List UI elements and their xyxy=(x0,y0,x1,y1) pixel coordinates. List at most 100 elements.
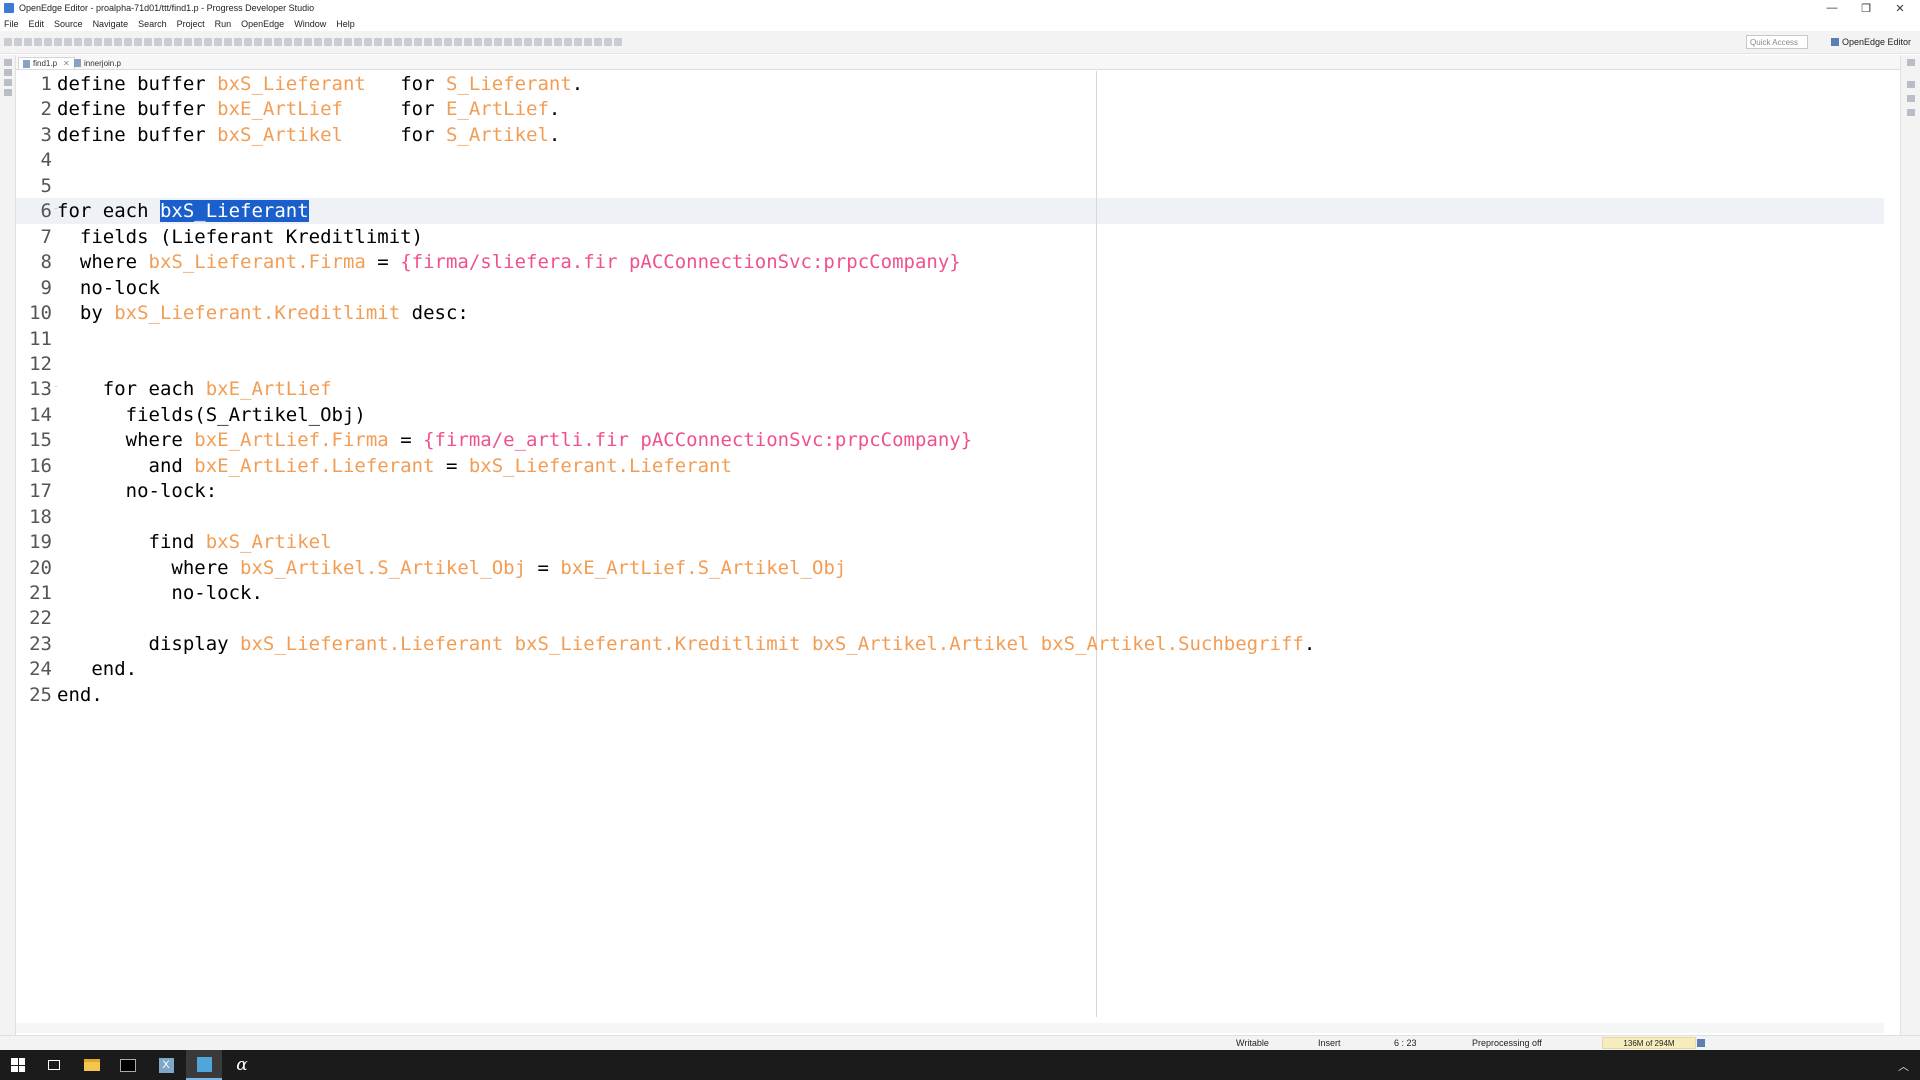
toolbar-tool-icon[interactable] xyxy=(374,38,382,46)
toolbar-tool-icon[interactable] xyxy=(14,38,22,46)
toolbar-tool-icon[interactable] xyxy=(64,38,72,46)
toolbar-tool-icon[interactable] xyxy=(514,38,522,46)
toolbar-tool-icon[interactable] xyxy=(544,38,552,46)
toolbar-tool-icon[interactable] xyxy=(354,38,362,46)
minimized-view-icon[interactable] xyxy=(4,79,12,86)
perspective-switcher[interactable]: OpenEdge Editor xyxy=(1831,35,1911,49)
code-line[interactable]: where bxS_Lieferant.Firma = {firma/slief… xyxy=(57,249,961,275)
minimized-view-icon[interactable] xyxy=(1907,81,1915,88)
task-view-icon[interactable] xyxy=(36,1050,72,1080)
toolbar-tool-icon[interactable] xyxy=(134,38,142,46)
toolbar-tool-icon[interactable] xyxy=(74,38,82,46)
toolbar-tool-icon[interactable] xyxy=(54,38,62,46)
toolbar-tool-icon[interactable] xyxy=(344,38,352,46)
toolbar-tool-icon[interactable] xyxy=(194,38,202,46)
toolbar-tool-icon[interactable] xyxy=(144,38,152,46)
code-line[interactable]: define buffer bxS_Lieferant for S_Liefer… xyxy=(57,71,583,97)
toolbar-tool-icon[interactable] xyxy=(584,38,592,46)
code-line[interactable]: and bxE_ArtLief.Lieferant = bxS_Lieferan… xyxy=(57,453,732,479)
code-line[interactable]: where bxS_Artikel.S_Artikel_Obj = bxE_Ar… xyxy=(57,555,846,581)
code-line[interactable]: by bxS_Lieferant.Kreditlimit desc: xyxy=(57,300,469,326)
code-editor[interactable]: 1 define buffer bxS_Lieferant for S_Liefe… xyxy=(16,71,1900,1023)
developer-studio-icon[interactable] xyxy=(186,1050,222,1080)
toolbar-tool-icon[interactable] xyxy=(84,38,92,46)
code-line[interactable]: no-lock xyxy=(57,275,160,301)
horizontal-scrollbar[interactable] xyxy=(16,1023,1884,1033)
minimized-view-icon[interactable] xyxy=(4,59,12,66)
terminal-icon[interactable] xyxy=(110,1050,146,1080)
menu-source[interactable]: Source xyxy=(54,19,83,29)
code-line[interactable]: define buffer bxS_Artikel for S_Artikel. xyxy=(57,122,560,148)
toolbar-tool-icon[interactable] xyxy=(304,38,312,46)
toolbar-tool-icon[interactable] xyxy=(494,38,502,46)
toolbar-tool-icon[interactable] xyxy=(594,38,602,46)
toolbar-tool-icon[interactable] xyxy=(4,38,12,46)
toolbar-tool-icon[interactable] xyxy=(474,38,482,46)
toolbar-tool-icon[interactable] xyxy=(34,38,42,46)
toolbar-tool-icon[interactable] xyxy=(564,38,572,46)
menu-openedge[interactable]: OpenEdge xyxy=(241,19,284,29)
code-line[interactable]: define buffer bxE_ArtLief for E_ArtLief. xyxy=(57,96,560,122)
toolbar-tool-icon[interactable] xyxy=(114,38,122,46)
menu-edit[interactable]: Edit xyxy=(29,19,45,29)
menu-run[interactable]: Run xyxy=(215,19,232,29)
code-line[interactable]: where bxE_ArtLief.Firma = {firma/e_artli… xyxy=(57,427,973,453)
garbage-collect-icon[interactable] xyxy=(1697,1039,1705,1047)
code-line[interactable]: end. xyxy=(57,682,103,708)
menu-project[interactable]: Project xyxy=(177,19,205,29)
toolbar-tool-icon[interactable] xyxy=(94,38,102,46)
code-line[interactable]: no-lock. xyxy=(57,580,263,606)
toolbar-tool-icon[interactable] xyxy=(604,38,612,46)
toolbar-tool-icon[interactable] xyxy=(614,38,622,46)
excel-icon[interactable]: X xyxy=(148,1050,184,1080)
toolbar-tool-icon[interactable] xyxy=(464,38,472,46)
toolbar-tool-icon[interactable] xyxy=(574,38,582,46)
toolbar-tool-icon[interactable] xyxy=(334,38,342,46)
toolbar-tool-icon[interactable] xyxy=(264,38,272,46)
menu-navigate[interactable]: Navigate xyxy=(93,19,129,29)
toolbar-tool-icon[interactable] xyxy=(104,38,112,46)
file-explorer-icon[interactable] xyxy=(74,1050,110,1080)
code-line[interactable]: end. xyxy=(57,656,137,682)
menu-file[interactable]: File xyxy=(4,19,19,29)
toolbar-tool-icon[interactable] xyxy=(184,38,192,46)
code-line[interactable]: fields(S_Artikel_Obj) xyxy=(57,402,366,428)
toolbar-tool-icon[interactable] xyxy=(124,38,132,46)
toolbar-tool-icon[interactable] xyxy=(154,38,162,46)
proalpha-icon[interactable]: α xyxy=(224,1050,260,1080)
close-button[interactable]: ✕ xyxy=(1882,0,1918,16)
toolbar-tool-icon[interactable] xyxy=(364,38,372,46)
toolbar-tool-icon[interactable] xyxy=(174,38,182,46)
toolbar-tool-icon[interactable] xyxy=(294,38,302,46)
windows-start-icon[interactable] xyxy=(0,1050,36,1080)
toolbar-tool-icon[interactable] xyxy=(504,38,512,46)
quick-access-input[interactable]: Quick Access xyxy=(1746,35,1808,49)
toolbar-tool-icon[interactable] xyxy=(224,38,232,46)
toolbar-tool-icon[interactable] xyxy=(204,38,212,46)
code-line[interactable]: no-lock: xyxy=(57,478,218,504)
close-tab-icon[interactable]: ✕ xyxy=(63,59,70,68)
minimized-view-icon[interactable] xyxy=(4,89,12,96)
minimized-view-icon[interactable] xyxy=(1907,109,1915,116)
toolbar-tool-icon[interactable] xyxy=(274,38,282,46)
toolbar-tool-icon[interactable] xyxy=(244,38,252,46)
toolbar-tool-icon[interactable] xyxy=(284,38,292,46)
restore-button[interactable]: ❐ xyxy=(1848,0,1884,16)
toolbar-tool-icon[interactable] xyxy=(434,38,442,46)
toolbar-tool-icon[interactable] xyxy=(164,38,172,46)
toolbar-tool-icon[interactable] xyxy=(384,38,392,46)
toolbar-tool-icon[interactable] xyxy=(454,38,462,46)
tab-find1[interactable]: find1.p ✕ xyxy=(18,57,75,69)
system-tray-chevron-icon[interactable]: ︿ xyxy=(1898,1058,1909,1074)
toolbar-tool-icon[interactable] xyxy=(254,38,262,46)
toolbar-tool-icon[interactable] xyxy=(214,38,222,46)
toolbar-tool-icon[interactable] xyxy=(484,38,492,46)
tab-innerjoin[interactable]: innerjoin.p xyxy=(70,57,125,69)
toolbar-tool-icon[interactable] xyxy=(414,38,422,46)
toolbar-tool-icon[interactable] xyxy=(24,38,32,46)
code-line[interactable]: display bxS_Lieferant.Lieferant bxS_Lief… xyxy=(57,631,1316,657)
toolbar-tool-icon[interactable] xyxy=(44,38,52,46)
menu-search[interactable]: Search xyxy=(138,19,167,29)
code-line[interactable]: find bxS_Artikel xyxy=(57,529,332,555)
toolbar-tool-icon[interactable] xyxy=(324,38,332,46)
